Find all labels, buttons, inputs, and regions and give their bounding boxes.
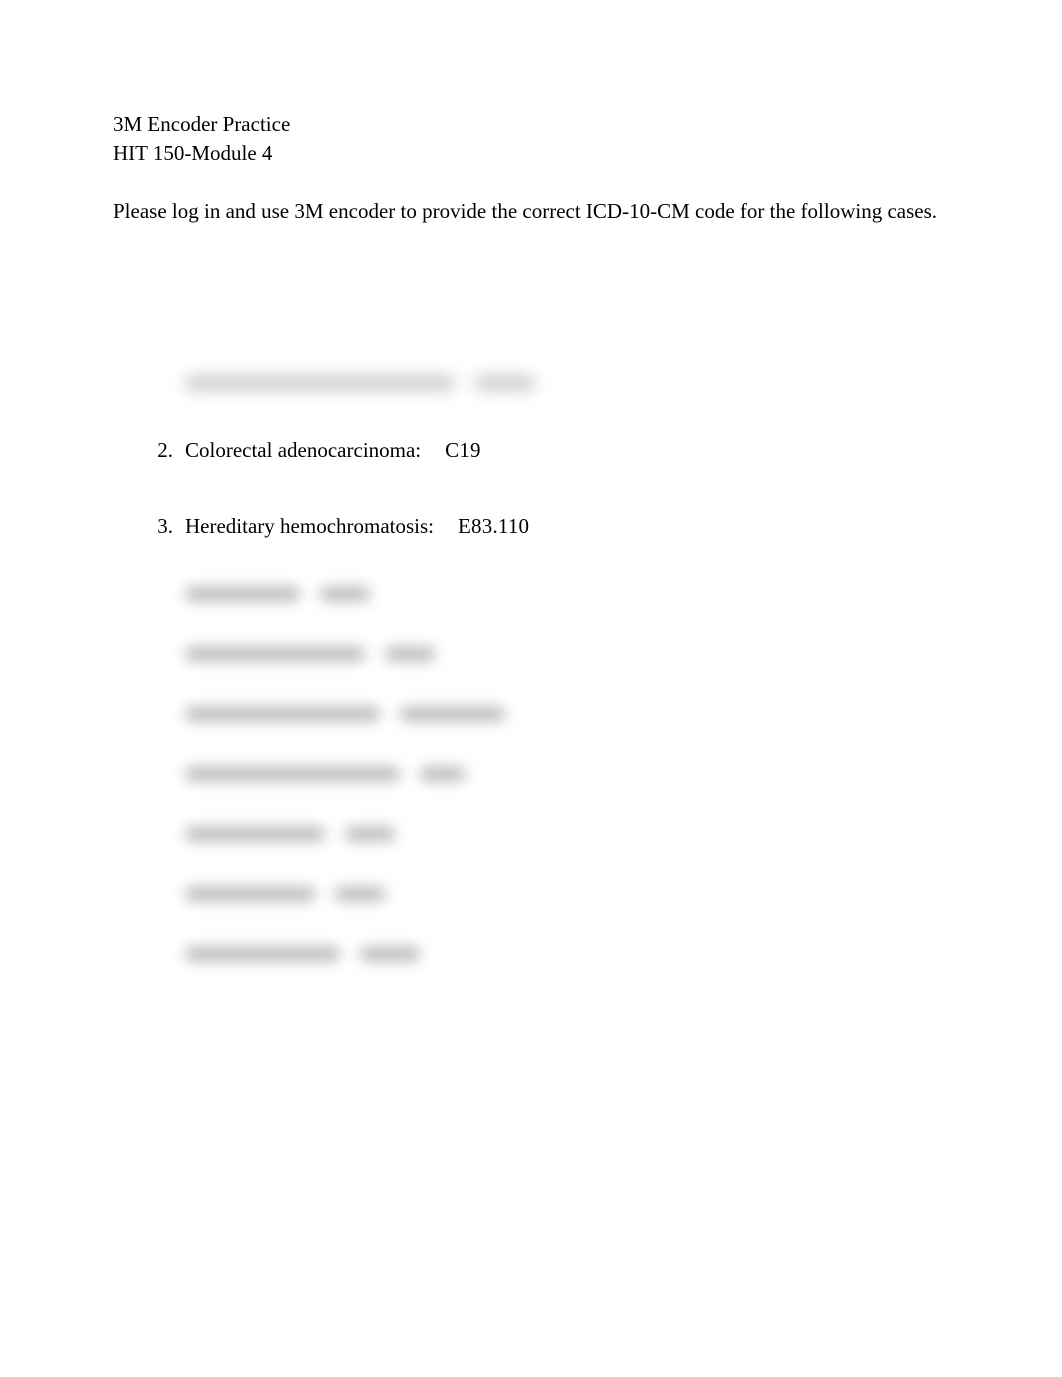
blurred-code: [400, 707, 505, 721]
document-page: 3M Encoder Practice HIT 150-Module 4 Ple…: [0, 0, 1062, 961]
question-list: 2. Colorectal adenocarcinoma: C19 3. Her…: [113, 376, 949, 961]
blurred-text: [185, 887, 315, 901]
blurred-list-item: [143, 887, 949, 901]
blurred-text: [185, 587, 300, 601]
blurred-list-item: [143, 707, 949, 721]
list-number: 3.: [143, 512, 173, 541]
blurred-item-1: [143, 376, 949, 390]
blurred-region: [143, 587, 949, 961]
blurred-list-item: [143, 827, 949, 841]
diagnosis-text: Colorectal adenocarcinoma:: [185, 436, 421, 465]
blurred-list-item: [143, 947, 949, 961]
blurred-text: [185, 707, 380, 721]
blurred-code: [420, 767, 465, 781]
icd-code: E83.110: [458, 512, 529, 541]
icd-code: C19: [445, 436, 481, 465]
blurred-code: [385, 647, 435, 661]
blurred-text: [185, 647, 365, 661]
list-item: 3. Hereditary hemochromatosis: E83.110: [143, 512, 949, 541]
blurred-text: [185, 376, 455, 390]
blurred-text: [185, 767, 400, 781]
blurred-code: [345, 827, 395, 841]
blurred-list-item: [143, 767, 949, 781]
blurred-code: [320, 587, 370, 601]
list-number: 2.: [143, 436, 173, 465]
blurred-code: [360, 947, 420, 961]
blurred-text: [185, 827, 325, 841]
diagnosis-text: Hereditary hemochromatosis:: [185, 512, 434, 541]
list-item: 2. Colorectal adenocarcinoma: C19: [143, 436, 949, 465]
blurred-code: [335, 887, 385, 901]
blurred-text: [185, 947, 340, 961]
blurred-list-item: [143, 587, 949, 601]
instructions-text: Please log in and use 3M encoder to prov…: [113, 197, 949, 226]
blurred-code: [475, 376, 535, 390]
header-line-2: HIT 150-Module 4: [113, 139, 949, 168]
blurred-list-item: [143, 647, 949, 661]
header-line-1: 3M Encoder Practice: [113, 110, 949, 139]
